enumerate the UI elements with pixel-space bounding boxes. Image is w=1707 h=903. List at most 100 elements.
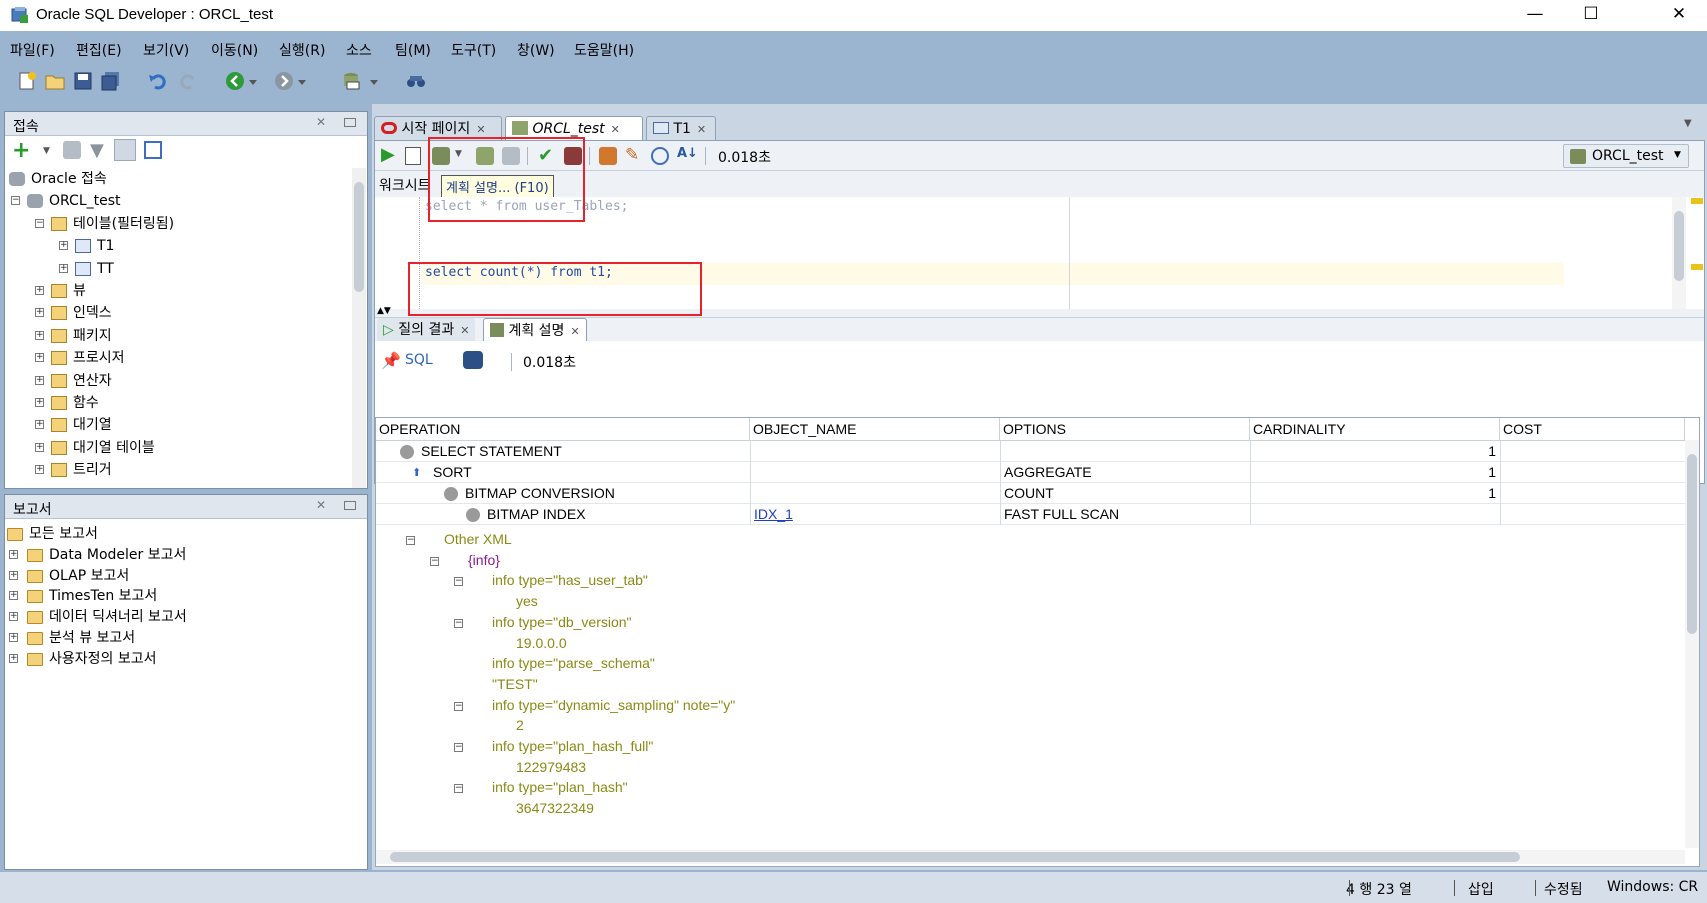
grid-horizontal-scrollbar[interactable]: [376, 850, 1685, 864]
unshared-sql-icon[interactable]: [599, 147, 617, 165]
close-tab-icon[interactable]: ✕: [611, 123, 620, 136]
redo-icon[interactable]: [178, 71, 198, 91]
tab-t1[interactable]: T1 ✕: [646, 116, 716, 140]
col-cost[interactable]: COST: [1500, 418, 1685, 440]
collapse-icon[interactable]: −: [454, 784, 463, 794]
close-button[interactable]: ✕: [1650, 0, 1707, 31]
expand-icon[interactable]: +: [35, 308, 44, 318]
tab-query-result[interactable]: ▷ 질의 결과 ✕: [377, 318, 476, 342]
collapse-all-icon[interactable]: [144, 141, 162, 159]
expand-icon[interactable]: +: [59, 263, 68, 273]
tabs-dropdown-icon[interactable]: ▼: [1684, 118, 1692, 129]
menu-file[interactable]: 파일(F): [10, 40, 55, 60]
run-statement-icon[interactable]: ▶: [381, 144, 395, 165]
tab-explain-plan[interactable]: 계획 설명 ✕: [483, 318, 587, 342]
new-file-icon[interactable]: [17, 71, 37, 91]
format-icon[interactable]: A↓: [677, 146, 698, 161]
menu-run[interactable]: 실행(R): [279, 40, 325, 60]
expand-icon[interactable]: +: [35, 286, 44, 295]
collapse-icon[interactable]: −: [35, 218, 44, 228]
expand-icon[interactable]: +: [35, 442, 44, 452]
col-object-name[interactable]: OBJECT_NAME: [750, 418, 1000, 440]
pin-icon[interactable]: 📌: [381, 351, 401, 370]
col-options[interactable]: OPTIONS: [1000, 418, 1250, 440]
xml-node[interactable]: 3647322349: [516, 800, 594, 816]
table-row[interactable]: SELECT STATEMENT 1: [376, 441, 1685, 462]
expand-icon[interactable]: +: [59, 241, 68, 251]
menu-edit[interactable]: 편집(E): [76, 40, 122, 60]
xml-node[interactable]: info type="plan_hash_full": [492, 738, 653, 754]
scroll-thumb[interactable]: [1687, 454, 1697, 634]
forward-icon[interactable]: [274, 71, 294, 91]
col-cardinality[interactable]: CARDINALITY: [1250, 418, 1500, 440]
maximize-button[interactable]: ☐: [1562, 0, 1620, 31]
minimize-panel-icon[interactable]: [344, 118, 356, 127]
xml-node[interactable]: 2: [516, 717, 524, 733]
expand-icon[interactable]: +: [35, 465, 44, 475]
expand-icon[interactable]: +: [9, 570, 18, 580]
col-operation[interactable]: OPERATION: [376, 418, 750, 440]
expand-icon[interactable]: +: [35, 353, 44, 363]
scroll-thumb[interactable]: [390, 852, 1520, 862]
collapse-icon[interactable]: −: [454, 743, 463, 752]
minimize-panel-icon[interactable]: [344, 501, 356, 510]
sql-link[interactable]: SQL: [405, 352, 433, 368]
menu-navigate[interactable]: 이동(N): [211, 40, 258, 60]
expand-icon[interactable]: +: [9, 612, 18, 622]
refresh-icon[interactable]: [63, 141, 81, 159]
connection-selector[interactable]: ORCL_test ▼: [1563, 144, 1689, 168]
save-icon[interactable]: [73, 71, 93, 91]
expand-icon[interactable]: +: [9, 653, 18, 663]
add-dropdown-icon[interactable]: ▼: [43, 146, 50, 156]
sql-worksheet-icon[interactable]: [341, 71, 361, 91]
minimize-button[interactable]: —: [1506, 0, 1564, 31]
add-connection-icon[interactable]: +: [12, 138, 30, 163]
sql-history-icon[interactable]: [651, 147, 669, 165]
save-all-icon[interactable]: [101, 71, 121, 91]
collapse-icon[interactable]: −: [430, 556, 439, 566]
expand-icon[interactable]: +: [9, 549, 18, 559]
schema-browser-icon[interactable]: [114, 139, 136, 161]
find-icon[interactable]: [463, 351, 483, 369]
close-panel-icon[interactable]: ✕: [316, 498, 326, 512]
collapse-icon[interactable]: −: [454, 618, 463, 628]
filter-icon[interactable]: ▼: [90, 140, 104, 161]
editor-scrollbar[interactable]: [1672, 197, 1686, 309]
table-row[interactable]: ⬆ SORT AGGREGATE 1: [376, 462, 1685, 483]
expand-icon[interactable]: +: [35, 330, 44, 340]
clear-icon[interactable]: ✎: [625, 145, 639, 165]
menu-help[interactable]: 도움말(H): [574, 40, 634, 60]
collapse-icon[interactable]: −: [454, 577, 463, 587]
collapse-icon[interactable]: −: [406, 536, 415, 545]
expand-icon[interactable]: +: [9, 591, 18, 601]
xml-node[interactable]: info type="parse_schema": [492, 655, 655, 671]
menu-view[interactable]: 보기(V): [143, 40, 189, 60]
back-dropdown-icon[interactable]: [248, 75, 258, 95]
xml-node[interactable]: info type="dynamic_sampling" note="y": [492, 697, 735, 713]
expand-icon[interactable]: +: [35, 420, 44, 430]
close-tab-icon[interactable]: ✕: [460, 324, 469, 337]
close-tab-icon[interactable]: ✕: [697, 123, 706, 136]
collapse-icon[interactable]: −: [11, 196, 20, 206]
xml-node[interactable]: {info}: [468, 552, 500, 568]
xml-node[interactable]: info type="plan_hash": [492, 779, 628, 795]
menu-window[interactable]: 창(W): [517, 40, 555, 60]
sql-dropdown-icon[interactable]: [369, 75, 379, 95]
table-row[interactable]: BITMAP CONVERSION COUNT 1: [376, 483, 1685, 504]
run-script-icon[interactable]: [405, 147, 421, 165]
splitter-arrows-icon[interactable]: ▲▼: [377, 306, 391, 316]
xml-node[interactable]: Other XML: [444, 531, 512, 547]
xml-node[interactable]: 122979483: [516, 759, 586, 775]
back-icon[interactable]: [225, 71, 245, 91]
xml-node[interactable]: yes: [516, 593, 538, 609]
connections-scrollbar[interactable]: [352, 168, 366, 488]
find-db-object-icon[interactable]: [406, 71, 426, 91]
collapse-icon[interactable]: −: [454, 701, 463, 711]
menu-tools[interactable]: 도구(T): [451, 40, 496, 60]
xml-node[interactable]: info type="has_user_tab": [492, 572, 648, 588]
close-tab-icon[interactable]: ✕: [476, 123, 485, 136]
table-row[interactable]: BITMAP INDEX IDX_1 FAST FULL SCAN: [376, 504, 1685, 525]
expand-icon[interactable]: +: [35, 398, 44, 407]
menu-team[interactable]: 팀(M): [395, 40, 431, 60]
undo-icon[interactable]: [148, 71, 168, 91]
